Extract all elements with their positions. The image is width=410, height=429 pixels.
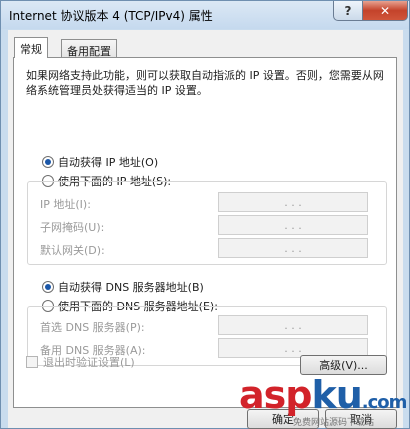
watermark-tagline: 免费网站源码下载站 <box>293 418 375 428</box>
dns-auto-label: 自动获得 DNS 服务器地址(B) <box>58 281 204 294</box>
title-bar[interactable]: Internet 协议版本 4 (TCP/IPv4) 属性 ? ✕ <box>1 1 409 29</box>
general-tab-panel: 如果网络支持此功能，则可以获取自动指派的 IP 设置。否则，您需要从网络系统管理… <box>13 57 397 408</box>
ip-auto-option[interactable]: 自动获得 IP 地址(O) <box>42 154 158 170</box>
help-button[interactable]: ? <box>333 1 363 21</box>
ip-auto-radio[interactable] <box>42 156 54 168</box>
validate-on-exit-checkbox[interactable] <box>26 356 38 368</box>
intro-text: 如果网络支持此功能，则可以获取自动指派的 IP 设置。否则，您需要从网络系统管理… <box>26 69 384 97</box>
site-watermark: aspku.com 免费网站源码下载站 <box>239 373 409 428</box>
ip-address-input[interactable]: . . . <box>218 192 368 212</box>
ip-auto-label: 自动获得 IP 地址(O) <box>58 156 159 169</box>
validate-on-exit-label: 退出时验证设置(L) <box>43 356 135 369</box>
ip-address-label: IP 地址(I): <box>40 198 91 211</box>
watermark-logo: aspku.com <box>239 373 407 417</box>
validate-on-exit-option[interactable]: 退出时验证设置(L) <box>26 354 135 370</box>
dialog-client-area: 常规 备用配置 如果网络支持此功能，则可以获取自动指派的 IP 设置。否则，您需… <box>8 30 403 429</box>
default-gateway-label: 默认网关(D): <box>40 244 105 257</box>
advanced-button[interactable]: 高级(V)... <box>300 355 387 375</box>
dialog-window: Internet 协议版本 4 (TCP/IPv4) 属性 ? ✕ 常规 备用配… <box>0 0 410 429</box>
close-button[interactable]: ✕ <box>362 1 408 21</box>
default-gateway-input[interactable]: . . . <box>218 238 368 258</box>
subnet-mask-input[interactable]: . . . <box>218 215 368 235</box>
preferred-dns-label: 首选 DNS 服务器(P): <box>40 321 145 334</box>
ip-manual-group: IP 地址(I): . . . 子网掩码(U): . . . 默认网关(D): … <box>27 181 387 265</box>
subnet-mask-label: 子网掩码(U): <box>40 221 105 234</box>
preferred-dns-input[interactable]: . . . <box>218 315 368 335</box>
tab-general[interactable]: 常规 <box>14 37 48 58</box>
dns-auto-option[interactable]: 自动获得 DNS 服务器地址(B) <box>42 279 204 295</box>
tab-alternate-configuration[interactable]: 备用配置 <box>61 39 117 59</box>
window-title: Internet 协议版本 4 (TCP/IPv4) 属性 <box>9 9 213 23</box>
dns-auto-radio[interactable] <box>42 281 54 293</box>
